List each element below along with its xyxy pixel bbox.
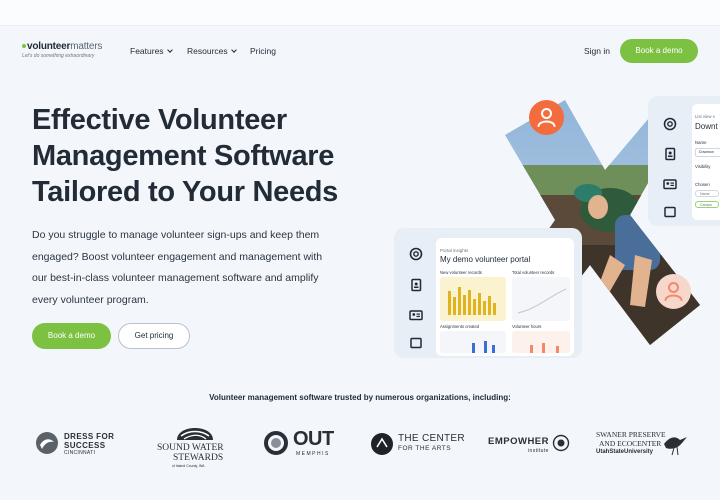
portal-small-label: Portal insights: [440, 248, 469, 253]
hero-description-line: every volunteer program.: [32, 293, 149, 306]
list-view-label: List view s: [695, 114, 715, 119]
sunburst-icon: [552, 434, 570, 452]
sws-line-1: SOUND WATER: [157, 443, 224, 453]
new-records-chart-card: [440, 277, 506, 321]
list-view-title: Downt: [695, 122, 718, 131]
user-icon: [537, 108, 556, 127]
id-card-icon: [409, 310, 423, 321]
name-label: Name: [695, 140, 707, 145]
hero-title-line-1: Effective Volunteer: [32, 104, 287, 136]
logo-name-bold: volunteer: [27, 41, 71, 52]
volunteer-avatar-icon: [529, 100, 564, 135]
logo-name-light: matters: [70, 41, 103, 52]
card-caption: Assignments created: [440, 324, 480, 329]
contact-book-icon: [665, 147, 676, 161]
trusted-heading: Volunteer management software trusted by…: [209, 393, 511, 402]
chevron-down-icon: [166, 47, 173, 53]
campaign-pill-label: Campa: [700, 202, 712, 207]
assignments-chart-card: [440, 331, 506, 353]
out-text: OUT: [293, 428, 334, 450]
name-pill-label: Name: [700, 191, 710, 196]
bar-chart-icon: [472, 341, 495, 353]
center-arts-line-1: THE CENTER: [398, 433, 465, 444]
name-field: Downtow: [695, 148, 720, 157]
contact-book-icon: [411, 278, 422, 292]
signin-link[interactable]: Sign in: [584, 46, 610, 56]
portal-title: My demo volunteer portal: [440, 255, 531, 264]
hero-title: Effective Volunteer Management Software …: [32, 102, 412, 210]
hero-description: Do you struggle to manage volunteer sign…: [32, 225, 372, 311]
line-chart-icon: [517, 288, 567, 314]
nav-resources[interactable]: Resources: [187, 46, 237, 56]
calendar-icon: [410, 337, 422, 349]
logo-sound-water-stewards: SOUND WATER STEWARDS of Island County, W…: [155, 416, 235, 472]
total-records-chart-card: [512, 277, 570, 321]
top-navigation: volunteermatters Let's do something extr…: [0, 26, 720, 76]
center-arts-emblem-icon: [371, 433, 393, 455]
empowher-text: EMPOWHER: [488, 436, 549, 447]
volunteer-avatar-icon: [656, 274, 691, 309]
crane-bird-icon: [664, 437, 687, 456]
center-arts-line-2: FOR THE ARTS: [398, 445, 452, 452]
top-strip: [0, 0, 720, 26]
logo-dress-for-success: DRESS FOR SUCCESS CINCINNATI: [34, 430, 134, 460]
card-caption: New volunteer records: [440, 270, 482, 275]
dfs-line-2: SUCCESS: [64, 441, 106, 450]
card-caption: Total volunteer records: [512, 270, 555, 275]
card-caption: Volunteer hours: [512, 324, 542, 329]
volunteer-hours-chart-card: [512, 331, 570, 353]
name-field-value: Downtow: [699, 150, 714, 154]
client-logos: DRESS FOR SUCCESS CINCINNATI SOUND WATER…: [0, 416, 720, 476]
swaner-line-2: AND ECOCENTER: [599, 439, 662, 448]
life-ring-icon: [663, 117, 677, 131]
user-icon: [664, 282, 683, 301]
hero-description-line: Do you struggle to manage volunteer sign…: [32, 229, 320, 241]
logo-out-memphis: OUT MEMPHIS: [263, 428, 348, 462]
sws-line-3: of Island County, WA: [172, 464, 205, 468]
nav-pricing[interactable]: Pricing: [250, 46, 276, 56]
chosen-label: Chosen: [695, 182, 710, 187]
life-ring-icon: [409, 247, 423, 261]
institute-text: institute: [528, 448, 549, 454]
hero-get-pricing-button[interactable]: Get pricing: [118, 323, 190, 349]
logo-swaner-preserve: SWANER PRESERVE AND ECOCENTER UtahStateU…: [596, 430, 691, 464]
hero-description-line: our best-in-class volunteer management s…: [32, 272, 319, 284]
campaign-pill: Campa: [695, 201, 719, 208]
dress-for-success-emblem-icon: [36, 432, 58, 454]
memphis-text: MEMPHIS: [296, 451, 330, 457]
name-pill: Name: [695, 190, 719, 197]
list-view-panel: List view s Downt Name Downtow Visibilit…: [692, 104, 720, 220]
logo-tagline: Let's do something extraordinary: [22, 53, 95, 59]
bar-chart-icon: [448, 287, 496, 315]
dfs-line-1: DRESS FOR: [64, 432, 115, 441]
logo-center-for-arts: THE CENTER FOR THE ARTS: [370, 432, 465, 460]
id-card-icon: [663, 179, 677, 190]
logo-dot-icon: [22, 44, 26, 49]
brand-logo[interactable]: volunteermatters Let's do something extr…: [22, 41, 112, 59]
bar-chart-icon: [530, 343, 559, 353]
hero-book-demo-button[interactable]: Book a demo: [32, 323, 111, 349]
wave-emblem-icon: [177, 428, 213, 440]
swaner-line-3: UtahStateUniversity: [596, 449, 654, 455]
hero-title-line-2: Management Software: [32, 140, 335, 172]
dfs-line-3: CINCINNATI: [64, 450, 96, 456]
visibility-label: Visibility: [695, 164, 711, 169]
logo-empowher-institute: EMPOWHER institute: [488, 432, 578, 460]
hero-description-line: engaged? Boost volunteer engagement and …: [32, 250, 323, 263]
nav-features-label: Features: [130, 46, 164, 56]
hero-title-line-3: Tailored to Your Needs: [32, 176, 339, 208]
out-memphis-ring-icon: [264, 431, 288, 455]
chevron-down-icon: [230, 47, 237, 53]
calendar-icon: [664, 206, 676, 218]
swaner-line-1: SWANER PRESERVE: [596, 430, 666, 439]
sws-line-2: STEWARDS: [173, 453, 224, 463]
nav-features[interactable]: Features: [130, 46, 173, 56]
nav-resources-label: Resources: [187, 46, 228, 56]
nav-book-demo-button[interactable]: Book a demo: [620, 39, 698, 63]
